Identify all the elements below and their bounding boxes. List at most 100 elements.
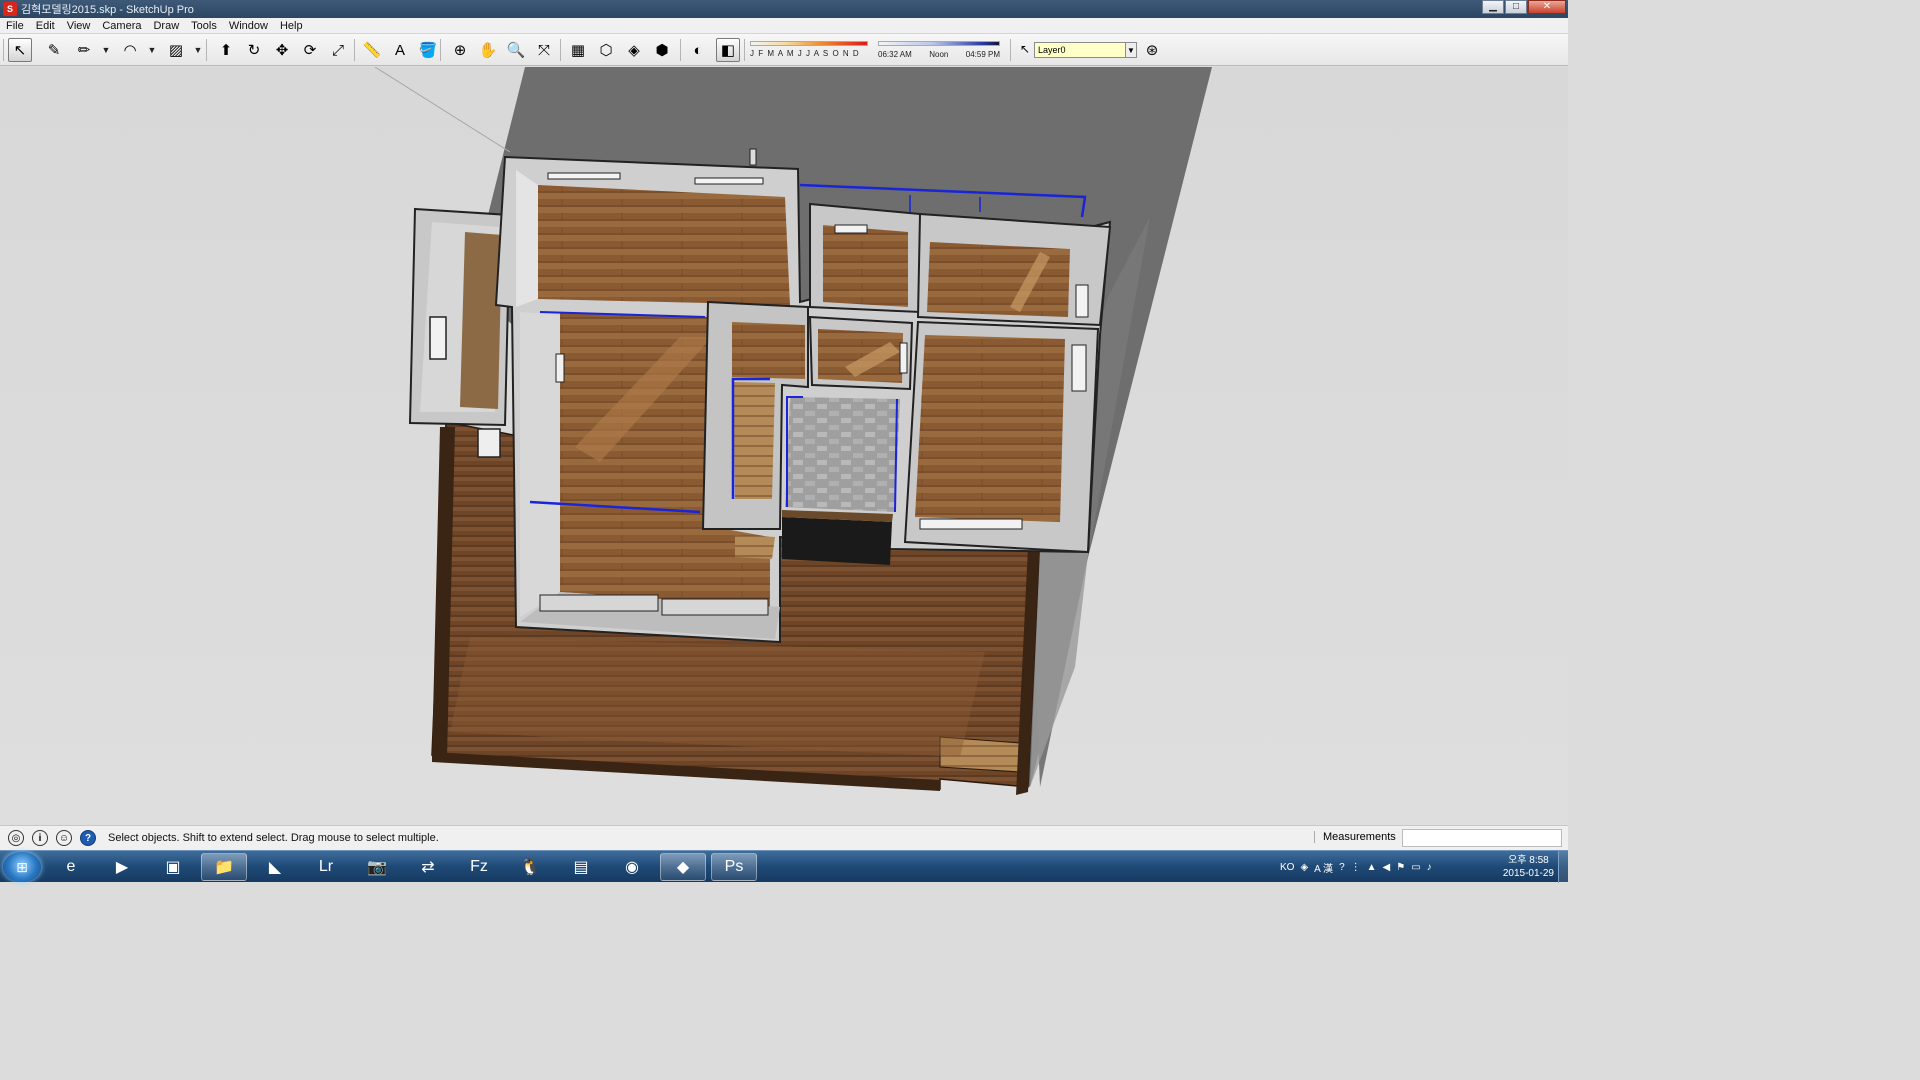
measurements-input[interactable] <box>1402 829 1562 847</box>
toolbar-separator <box>744 39 745 61</box>
fog-toggle-icon[interactable]: ◧ <box>716 38 740 62</box>
scale-tool-icon[interactable]: ⤢ <box>326 38 350 62</box>
month-slider-track[interactable] <box>750 41 868 46</box>
share-model-icon[interactable]: ⬡ <box>594 38 618 62</box>
menu-file[interactable]: File <box>0 20 30 32</box>
time-start-label: 06:32 AM <box>878 50 912 59</box>
layer-dropdown-icon[interactable]: ▼ <box>1125 42 1137 58</box>
tray-ime-options-icon[interactable]: ⋮ <box>1351 862 1361 873</box>
minimize-button[interactable]: ▁ <box>1482 0 1504 14</box>
shadows-toggle-icon[interactable]: ◐ <box>686 38 710 62</box>
internet-explorer-icon[interactable]: e <box>48 853 94 881</box>
select-tool-icon[interactable]: ↖ <box>8 38 32 62</box>
zoom-extents-tool-icon[interactable]: ⤧ <box>532 38 556 62</box>
tape-measure-tool-icon[interactable]: 📏 <box>360 38 384 62</box>
rotate-tool-icon[interactable]: ⟳ <box>298 38 322 62</box>
tray-language[interactable]: KO <box>1280 862 1294 873</box>
text-tool-icon[interactable]: A <box>388 38 412 62</box>
shape-dropdown-icon[interactable]: ▼ <box>192 38 204 62</box>
move-tool-icon[interactable]: ✥ <box>270 38 294 62</box>
visual-studio-icon[interactable]: ◣ <box>252 853 298 881</box>
toolbar-separator <box>680 39 681 61</box>
tray-network-icon[interactable]: ▭ <box>1411 862 1420 873</box>
arc-dropdown-icon[interactable]: ▼ <box>146 38 158 62</box>
toolbar-separator <box>1010 39 1011 61</box>
shadow-time-slider[interactable]: 06:32 AM Noon 04:59 PM <box>878 38 1000 62</box>
qq-icon[interactable]: 🐧 <box>507 853 553 881</box>
filezilla-icon[interactable]: Fz <box>456 853 502 881</box>
tray-flag-icon[interactable]: ⚑ <box>1396 862 1405 873</box>
pan-tool-icon[interactable]: ✋ <box>476 38 500 62</box>
status-message: Select objects. Shift to extend select. … <box>108 832 439 844</box>
push-pull-tool-icon[interactable]: ⬆ <box>214 38 238 62</box>
tray-ime[interactable]: A 漢 <box>1314 860 1333 875</box>
extension-warehouse-icon[interactable]: ⬢ <box>650 38 674 62</box>
model-render[interactable] <box>0 67 1568 825</box>
layer-select[interactable]: Layer0 <box>1034 42 1134 58</box>
start-button[interactable]: ⊞ <box>3 852 41 882</box>
arc-tool-icon[interactable]: ◠ <box>118 38 142 62</box>
model-viewport[interactable] <box>0 67 1568 825</box>
menu-window[interactable]: Window <box>223 20 274 32</box>
sketchup-taskbar-icon[interactable]: ◆ <box>660 853 706 881</box>
menu-view[interactable]: View <box>61 20 97 32</box>
line-dropdown-icon[interactable]: ▼ <box>100 38 112 62</box>
time-end-label: 04:59 PM <box>965 50 1000 59</box>
toolbar-grip[interactable] <box>3 39 4 61</box>
menu-draw[interactable]: Draw <box>147 20 185 32</box>
windows-taskbar: ⊞ KO ◈ A 漢 ? ⋮ ▲ ◀ ⚑ ▭ ♪ 오후 8:58 2015-01… <box>0 850 1568 883</box>
tray-speaker-icon[interactable]: ♪ <box>1427 862 1432 873</box>
window-title-bar[interactable]: S 김혁모델링2015.skp - SketchUp Pro ▁ □ ✕ <box>0 0 1568 18</box>
time-slider-track[interactable] <box>878 41 1000 46</box>
month-labels: J F M A M J J A S O N D <box>750 49 860 58</box>
geolocation-icon[interactable]: ◎ <box>8 830 24 846</box>
chrome-icon[interactable]: ◉ <box>609 853 655 881</box>
system-tray: KO ◈ A 漢 ? ⋮ ▲ ◀ ⚑ ▭ ♪ <box>1280 855 1432 879</box>
file-explorer-icon[interactable]: 📁 <box>201 853 247 881</box>
help-icon[interactable]: ? <box>80 830 96 846</box>
follow-me-tool-icon[interactable]: ↻ <box>242 38 266 62</box>
clock-time: 오후 8:58 <box>1508 855 1549 866</box>
menu-camera[interactable]: Camera <box>96 20 147 32</box>
taskbar-clock[interactable]: 오후 8:58 2015-01-29 <box>1503 854 1554 880</box>
close-button[interactable]: ✕ <box>1528 0 1566 14</box>
zoom-tool-icon[interactable]: 🔍 <box>504 38 528 62</box>
warehouse-icon[interactable]: ▦ <box>566 38 590 62</box>
maximize-button[interactable]: □ <box>1505 0 1527 14</box>
menu-tools[interactable]: Tools <box>185 20 223 32</box>
menu-edit[interactable]: Edit <box>30 20 61 32</box>
tray-expand-icon[interactable]: ▲ <box>1367 862 1377 873</box>
show-desktop-button[interactable] <box>1558 851 1568 883</box>
credits-icon[interactable]: i <box>32 830 48 846</box>
media-player-icon[interactable]: ▶ <box>99 853 145 881</box>
user-account-icon[interactable]: ☺ <box>56 830 72 846</box>
orbit-tool-icon[interactable]: ⊕ <box>448 38 472 62</box>
rectangle-tool-icon[interactable]: ▨ <box>164 38 188 62</box>
tray-shield-icon[interactable]: ◈ <box>1300 862 1308 873</box>
sketchup-icon[interactable]: S <box>3 2 17 16</box>
network-tool-icon[interactable]: ⇄ <box>405 853 451 881</box>
eraser-tool-icon[interactable]: ✎ <box>42 38 66 62</box>
camera-icon[interactable]: 📷 <box>354 853 400 881</box>
tray-help-icon[interactable]: ? <box>1339 862 1345 873</box>
window-title: 김혁모델링2015.skp - SketchUp Pro <box>21 4 194 16</box>
layer-arrow-icon: ↖ <box>1020 42 1031 56</box>
photoshop-icon[interactable]: Ps <box>711 853 757 881</box>
paint-bucket-tool-icon[interactable]: 🪣 <box>416 38 440 62</box>
pencil-line-tool-icon[interactable]: ✏ <box>72 38 96 62</box>
components-icon[interactable]: ◈ <box>622 38 646 62</box>
tray-volume-warning-icon[interactable]: ◀ <box>1383 862 1391 873</box>
shadow-month-slider[interactable]: J F M A M J J A S O N D <box>750 38 868 62</box>
photo-viewer-icon[interactable]: ▣ <box>150 853 196 881</box>
archive-icon[interactable]: ▤ <box>558 853 604 881</box>
time-noon-label: Noon <box>929 50 949 59</box>
menu-help[interactable]: Help <box>274 20 309 32</box>
measurements-label: Measurements <box>1314 831 1396 843</box>
toolbar-separator <box>440 39 441 61</box>
lightroom-icon[interactable]: Lr <box>303 853 349 881</box>
toolbar-separator <box>560 39 561 61</box>
layer-manager-icon[interactable]: ⊛ <box>1140 38 1164 62</box>
clock-date: 2015-01-29 <box>1502 868 1554 879</box>
toolbar-separator <box>206 39 207 61</box>
toolbar-separator <box>354 39 355 61</box>
